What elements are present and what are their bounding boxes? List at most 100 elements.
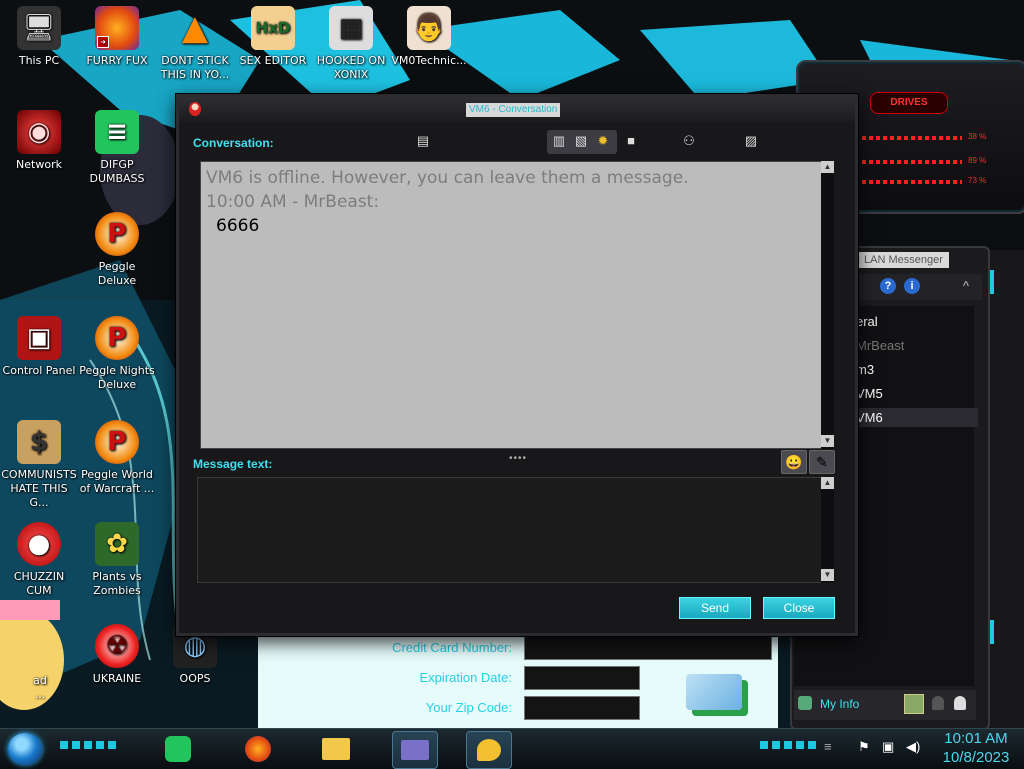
history-icon[interactable]: ▥ (549, 131, 569, 151)
contact-item-selected[interactable]: VM6 (852, 408, 978, 427)
conversation-label: Conversation: (193, 136, 274, 150)
contact-item[interactable]: MrBeast (856, 338, 904, 353)
desktop-icon-sex-editor[interactable]: HxD SEX EDITOR (234, 6, 312, 68)
window-titlebar[interactable]: VM6 - Conversation (179, 97, 855, 123)
desktop-icon-label: OOPS (179, 672, 211, 685)
desktop-icon-peggle-warcraft[interactable]: P Peggle World of Warcraft ... (78, 420, 156, 496)
document-icon: ≡ (95, 110, 139, 154)
desktop-icon-label-2: THIS IN YO... (160, 68, 230, 81)
expiration-date-input[interactable] (524, 666, 640, 690)
taskbar-clock[interactable]: 10:01 AM 10/8/2023 (934, 729, 1018, 767)
taskbar: ≡ ⚑ ▣ ◀) 10:01 AM 10/8/2023 (0, 728, 1024, 769)
desktop-icon-label: VM0Technic... (391, 54, 467, 67)
scroll-up-icon[interactable]: ▲ (821, 161, 834, 173)
collapse-icon[interactable]: ^ (958, 278, 974, 294)
taskbar-notes-icon[interactable] (156, 731, 200, 767)
peggle-icon: P (95, 212, 139, 256)
desktop-icon-partial[interactable]: ad ... (10, 674, 70, 702)
conversation-scrollbar[interactable]: ▲ ▼ (821, 161, 834, 449)
money-bag-icon: $ (17, 420, 61, 464)
payment-form: Credit Card Number: Expiration Date: You… (258, 632, 778, 728)
taskbar-file-explorer-icon[interactable] (314, 731, 358, 767)
desktop-icon-difgp[interactable]: ≡ DIFGP DUMBASS (78, 110, 156, 186)
emoticon-icon[interactable]: 😀 (781, 450, 807, 474)
lan-messenger-title: LAN Messenger (858, 252, 949, 268)
desktop-icon-label: SEX EDITOR (239, 54, 307, 67)
radiation-icon: ☢ (95, 624, 139, 668)
expiration-date-label: Expiration Date: (419, 670, 513, 685)
clock-date: 10/8/2023 (942, 749, 1010, 766)
font-icon[interactable]: ✎ (809, 450, 835, 474)
close-button[interactable]: Close (763, 597, 835, 619)
taskbar-firefox-icon[interactable] (236, 731, 280, 767)
desktop-icon-hooked-on-xonix[interactable]: ▦ HOOKED ON XONIX (312, 6, 390, 82)
desktop-icon-label: DIFGP (100, 158, 134, 171)
desktop-icon-label: UKRAINE (92, 672, 142, 685)
volume-icon[interactable]: ◀) (906, 739, 920, 755)
start-button[interactable] (8, 733, 42, 765)
settings-icon[interactable]: ✹ (593, 131, 613, 151)
scroll-down-icon[interactable]: ▼ (821, 435, 834, 447)
add-contact-icon[interactable]: ⚇ (679, 131, 699, 151)
doctor-icon: 👨 (407, 6, 451, 50)
help-icon[interactable]: ? (880, 278, 896, 294)
desktop-icon-chuzzin[interactable]: ● CHUZZIN CUM (0, 522, 78, 598)
desktop-icon-peggle-nights[interactable]: P Peggle Nights Deluxe (78, 316, 156, 392)
info-icon[interactable]: i (904, 278, 920, 294)
contact-item[interactable]: eral (856, 314, 878, 329)
chuzzle-icon: ● (17, 522, 61, 566)
send-button[interactable]: Send (679, 597, 751, 619)
pvz-icon: ✿ (95, 522, 139, 566)
desktop-icon-this-pc[interactable]: 🖥 This PC (0, 6, 78, 68)
vlc-icon: ▲ (181, 8, 209, 48)
contact-item[interactable]: VM5 (856, 386, 883, 401)
lan-messenger-footer: My Info (794, 690, 976, 720)
scroll-down-icon[interactable]: ▼ (821, 569, 834, 581)
desktop-icon-label-2: of Warcraft ... (79, 482, 155, 495)
desktop-icon-vm0technic[interactable]: 👨 VM0Technic... (390, 6, 468, 68)
hxd-icon: HxD (251, 6, 295, 50)
taskbar-lan-messenger-icon[interactable] (466, 731, 512, 769)
pc-icon: 🖥 (17, 6, 61, 50)
user-avatar-icon (189, 102, 201, 116)
pane-splitter[interactable]: •••• (509, 453, 527, 464)
desktop-icon-label: FURRY FUX (86, 54, 148, 67)
contact-item[interactable]: m3 (856, 362, 874, 377)
desktop-icon-dont-stick[interactable]: ▲ DONT STICK THIS IN YO... (156, 6, 234, 82)
save-transcript-icon[interactable]: ▨ (741, 131, 761, 151)
desktop-icon-communists[interactable]: $ COMMUNISTS HATE THIS G... (0, 420, 78, 510)
desktop-icon-control-panel[interactable]: ▣ Control Panel (0, 316, 78, 378)
desktop-icon-network[interactable]: ◉ Network (0, 110, 78, 172)
message-scrollbar[interactable]: ▲ ▼ (821, 477, 834, 583)
desktop-icon-label-2: HATE THIS G... (10, 482, 68, 509)
taskbar-payment-app-icon[interactable] (392, 731, 438, 769)
desktop-icon-label: ad (33, 674, 47, 687)
user-icon (798, 696, 812, 710)
status-away-icon[interactable] (932, 696, 944, 710)
desktop-icon-peggle-deluxe[interactable]: P Peggle Deluxe (78, 212, 156, 288)
my-info-label[interactable]: My Info (820, 697, 859, 711)
drive-row: 89 % (862, 156, 1012, 166)
card-number-input[interactable] (524, 636, 772, 660)
network-tray-icon[interactable]: ▣ (882, 739, 894, 755)
message-input[interactable] (197, 477, 823, 583)
desktop-icon-furry-fux[interactable]: ➜ FURRY FUX (78, 6, 156, 68)
desktop-icon-label: Peggle World (81, 468, 153, 481)
desktop-icon-label-2: ... (34, 688, 46, 701)
conversation-window[interactable]: VM6 - Conversation Conversation: ▤ ▥ ▧ ✹… (176, 94, 858, 636)
scroll-up-icon[interactable]: ▲ (821, 477, 834, 489)
zip-code-input[interactable] (524, 696, 640, 720)
desktop-icon-label: COMMUNISTS (1, 468, 77, 481)
video-icon[interactable]: ■ (621, 131, 641, 151)
message-header: 10:00 AM - MrBeast: (206, 192, 380, 212)
peggle-warcraft-icon: P (95, 420, 139, 464)
status-busy-icon[interactable] (954, 696, 966, 710)
show-hidden-icons[interactable]: ≡ (824, 739, 832, 754)
desktop-icon-ukraine[interactable]: ☢ UKRAINE (78, 624, 156, 686)
status-online-icon[interactable] (904, 694, 924, 714)
action-center-flag-icon[interactable]: ⚑ (858, 739, 870, 755)
contact-card-icon[interactable]: ▤ (413, 131, 433, 151)
file-transfer-icon[interactable]: ▧ (571, 131, 591, 151)
zip-code-label: Your Zip Code: (425, 700, 512, 715)
desktop-icon-pvz[interactable]: ✿ Plants vs Zombies (78, 522, 156, 598)
